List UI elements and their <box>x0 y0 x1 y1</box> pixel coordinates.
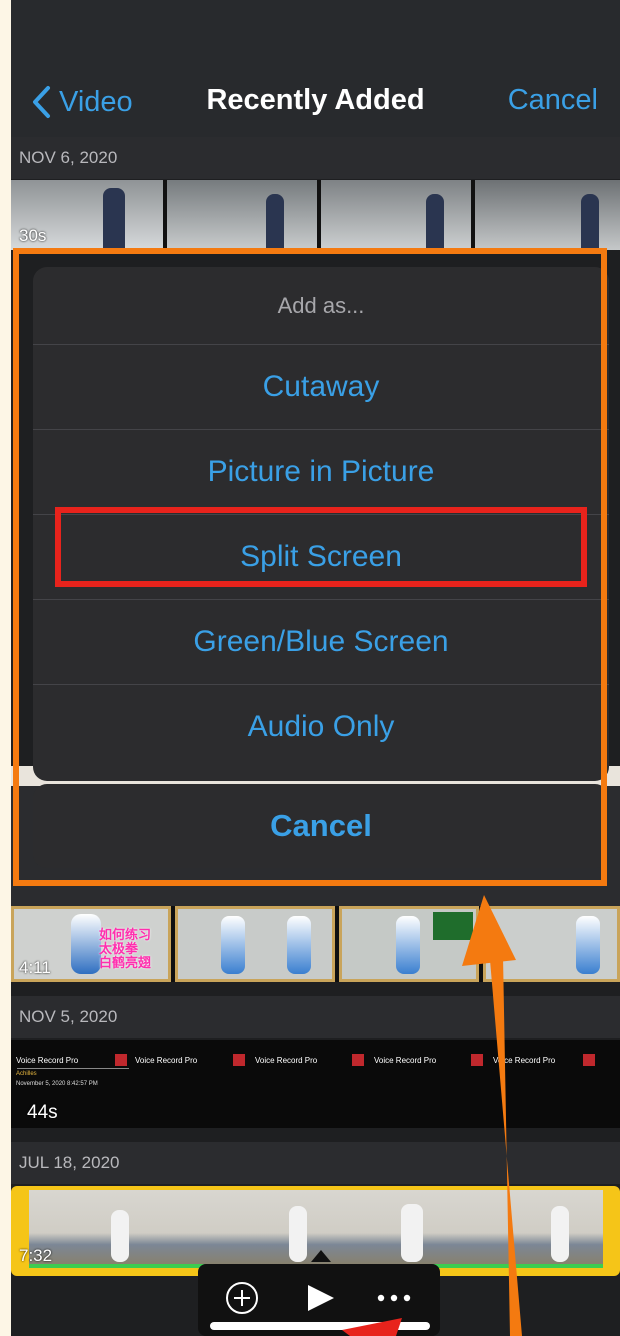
orange-arrow-shaft <box>490 956 522 1336</box>
red-arrow-head <box>342 1318 402 1336</box>
annotation-arrows <box>342 895 522 1336</box>
orange-arrow-head <box>462 895 516 966</box>
